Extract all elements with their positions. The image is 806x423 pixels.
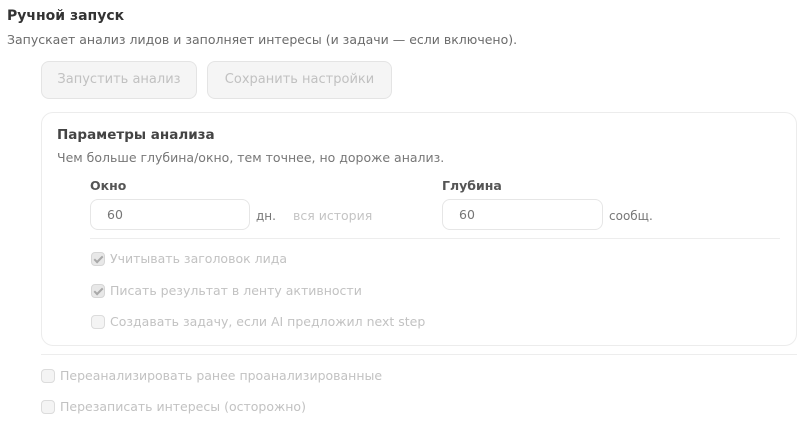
option-label: Создавать задачу, если AI предложил next… bbox=[110, 314, 426, 329]
params-description: Чем больше глубина/окно, тем точнее, но … bbox=[57, 150, 445, 165]
option-label: Переанализировать ранее проанализированн… bbox=[60, 368, 383, 383]
depth-input[interactable] bbox=[442, 199, 603, 230]
window-unit: дн. bbox=[256, 209, 276, 223]
checkbox-unchecked-icon[interactable] bbox=[91, 315, 105, 329]
window-hint: вся история bbox=[293, 208, 373, 223]
window-label: Окно bbox=[90, 178, 127, 193]
params-title: Параметры анализа bbox=[57, 127, 215, 143]
depth-unit: сообщ. bbox=[609, 209, 653, 223]
option-label: Писать результат в ленту активности bbox=[110, 283, 362, 298]
option-label: Учитывать заголовок лида bbox=[110, 251, 288, 266]
save-settings-button[interactable]: Сохранить настройки bbox=[207, 61, 392, 99]
depth-label: Глубина bbox=[442, 178, 502, 193]
analysis-params-card: Параметры анализа Чем больше глубина/окн… bbox=[41, 112, 797, 346]
option-label: Перезаписать интересы (осторожно) bbox=[60, 399, 306, 414]
window-input[interactable] bbox=[90, 199, 250, 230]
section-divider bbox=[41, 354, 797, 355]
section-title: Ручной запуск bbox=[7, 8, 125, 24]
checkbox-checked-icon[interactable] bbox=[91, 252, 105, 266]
checkbox-unchecked-icon[interactable] bbox=[41, 369, 55, 383]
run-analysis-button[interactable]: Запустить анализ bbox=[41, 61, 197, 99]
params-divider bbox=[90, 238, 780, 239]
checkbox-unchecked-icon[interactable] bbox=[41, 400, 55, 414]
checkbox-checked-icon[interactable] bbox=[91, 284, 105, 298]
section-description: Запускает анализ лидов и заполняет интер… bbox=[7, 32, 518, 47]
